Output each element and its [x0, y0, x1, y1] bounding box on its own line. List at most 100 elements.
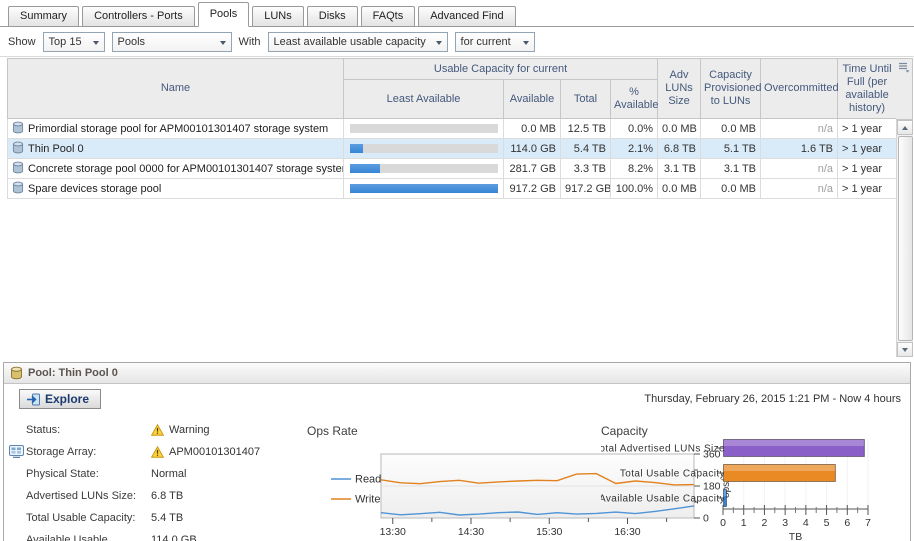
- tab-advanced-find[interactable]: Advanced Find: [418, 6, 515, 26]
- scroll-up-button[interactable]: [897, 120, 913, 135]
- table-row[interactable]: Spare devices storage pool917.2 GB917.2 …: [8, 179, 897, 199]
- scroll-down-button[interactable]: [897, 342, 913, 357]
- svg-text:Write: Write: [355, 494, 380, 506]
- tab-luns[interactable]: LUNs: [252, 6, 304, 26]
- pool-icon: [12, 161, 24, 174]
- col-header-time-until-full[interactable]: Time Until Full (per available history): [838, 59, 897, 119]
- available-cell: 281.7 GB: [504, 159, 561, 179]
- svg-text:15:30: 15:30: [536, 526, 562, 538]
- show-count-value: Top 15: [49, 36, 82, 48]
- col-header-least-available[interactable]: Least Available: [344, 80, 504, 119]
- capacity-bar-fill: [350, 144, 363, 153]
- detail-value: Warning: [151, 424, 210, 436]
- svg-text:1: 1: [741, 517, 747, 529]
- tab-pools[interactable]: Pools: [198, 2, 250, 27]
- detail-value: 114.0 GB: [151, 534, 197, 541]
- col-header-name[interactable]: Name: [8, 59, 344, 119]
- object-type-select[interactable]: Pools: [112, 32, 232, 52]
- pool-icon: [10, 366, 23, 380]
- col-header-pct-available[interactable]: % Available: [611, 80, 658, 119]
- pool-name-cell[interactable]: Primordial storage pool for APM001013014…: [8, 119, 344, 139]
- detail-label: Physical State:: [26, 468, 151, 480]
- provisioned-cell: 0.0 MB: [701, 179, 761, 199]
- detail-row: Advertised LUNs Size:6.8 TB: [9, 485, 289, 507]
- svg-text:Total Advertised LUNs Size: Total Advertised LUNs Size: [601, 444, 725, 455]
- chevron-down-icon: [436, 41, 442, 48]
- time-until-full-cell: > 1 year: [838, 139, 897, 159]
- col-header-total[interactable]: Total: [561, 80, 611, 119]
- explore-label: Explore: [45, 392, 89, 406]
- col-header-available[interactable]: Available: [504, 80, 561, 119]
- panel-title: Pool: Thin Pool 0: [28, 367, 118, 379]
- svg-text:Available Usable Capacity: Available Usable Capacity: [601, 494, 725, 505]
- capacity-bar-fill: [350, 164, 380, 173]
- total-cell: 3.3 TB: [561, 159, 611, 179]
- table-row[interactable]: Primordial storage pool for APM001013014…: [8, 119, 897, 139]
- tab-faqts[interactable]: FAQts: [361, 6, 416, 26]
- svg-text:0: 0: [720, 517, 726, 529]
- metric-value: Least available usable capacity: [274, 36, 426, 48]
- overcommitted-cell: 1.6 TB: [761, 139, 838, 159]
- col-header-adv-luns-size[interactable]: Adv LUNs Size: [658, 59, 701, 119]
- detail-row: Status:Warning: [9, 419, 289, 441]
- scrollbar-thumb[interactable]: [898, 136, 913, 341]
- adv-luns-size-cell: 0.0 MB: [658, 179, 701, 199]
- storage-array-icon: [9, 445, 24, 459]
- detail-label: Storage Array:: [26, 446, 151, 458]
- detail-value: 6.8 TB: [151, 490, 183, 502]
- pct-available-cell: 0.0%: [611, 119, 658, 139]
- svg-text:TB: TB: [789, 531, 802, 541]
- svg-text:2: 2: [762, 517, 768, 529]
- capacity-bar-track: [350, 184, 498, 193]
- available-cell: 0.0 MB: [504, 119, 561, 139]
- overcommitted-cell: n/a: [761, 159, 838, 179]
- detail-row: Total Usable Capacity:5.4 TB: [9, 507, 289, 529]
- available-cell: 917.2 GB: [504, 179, 561, 199]
- pct-available-cell: 100.0%: [611, 179, 658, 199]
- tab-disks[interactable]: Disks: [307, 6, 358, 26]
- time-until-full-cell: > 1 year: [838, 119, 897, 139]
- pool-name-cell[interactable]: Concrete storage pool 0000 for APM001013…: [8, 159, 344, 179]
- time-range-label: Thursday, February 26, 2015 1:21 PM - No…: [644, 393, 901, 405]
- adv-luns-size-cell: 0.0 MB: [658, 119, 701, 139]
- with-label: With: [239, 36, 261, 48]
- explore-button[interactable]: Explore: [19, 389, 101, 409]
- least-available-bar-cell: [344, 119, 504, 139]
- pool-detail-panel: Pool: Thin Pool 0 Explore Thursday, Febr…: [3, 362, 911, 541]
- tab-controllers-ports[interactable]: Controllers - Ports: [82, 6, 195, 26]
- svg-text:5: 5: [824, 517, 830, 529]
- pools-monitoring-window: Summary Controllers - Ports Pools LUNs D…: [0, 0, 914, 541]
- total-cell: 5.4 TB: [561, 139, 611, 159]
- metric-select[interactable]: Least available usable capacity: [268, 32, 448, 52]
- svg-text:Total Usable Capacity: Total Usable Capacity: [620, 469, 725, 480]
- vertical-scrollbar[interactable]: [896, 120, 913, 357]
- least-available-bar-cell: [344, 159, 504, 179]
- pool-icon: [12, 121, 24, 134]
- provisioned-cell: 3.1 TB: [701, 159, 761, 179]
- tab-bar: Summary Controllers - Ports Pools LUNs D…: [0, 0, 914, 27]
- arrow-up-icon: [902, 123, 908, 130]
- col-header-provisioned[interactable]: Capacity Provisioned to LUNs: [701, 59, 761, 119]
- filter-bar: Show Top 15 Pools With Least available u…: [0, 27, 914, 57]
- detail-label: Available Usable: [26, 534, 151, 541]
- panel-header: Pool: Thin Pool 0: [4, 363, 910, 384]
- warning-icon: [151, 446, 164, 458]
- table-row[interactable]: Concrete storage pool 0000 for APM001013…: [8, 159, 897, 179]
- chevron-down-icon: [220, 41, 226, 48]
- tab-summary[interactable]: Summary: [8, 6, 79, 26]
- pools-table: Name Usable Capacity for current Adv LUN…: [7, 58, 913, 357]
- svg-text:3: 3: [782, 517, 788, 529]
- pool-name-cell[interactable]: Thin Pool 0: [8, 139, 344, 159]
- table-options-button[interactable]: [896, 58, 913, 120]
- detail-row: Available Usable114.0 GB: [9, 529, 289, 541]
- col-header-overcommitted[interactable]: Overcommitted: [761, 59, 838, 119]
- pool-name: Concrete storage pool 0000 for APM001013…: [28, 163, 344, 175]
- chevron-down-icon: [523, 41, 529, 48]
- pool-name: Primordial storage pool for APM001013014…: [28, 123, 328, 135]
- show-count-select[interactable]: Top 15: [43, 32, 105, 52]
- table-row[interactable]: Thin Pool 0114.0 GB5.4 TB2.1%6.8 TB5.1 T…: [8, 139, 897, 159]
- object-type-value: Pools: [118, 36, 146, 48]
- detail-row: Storage Array:APM00101301407: [9, 441, 289, 463]
- range-select[interactable]: for current: [455, 32, 535, 52]
- pool-name-cell[interactable]: Spare devices storage pool: [8, 179, 344, 199]
